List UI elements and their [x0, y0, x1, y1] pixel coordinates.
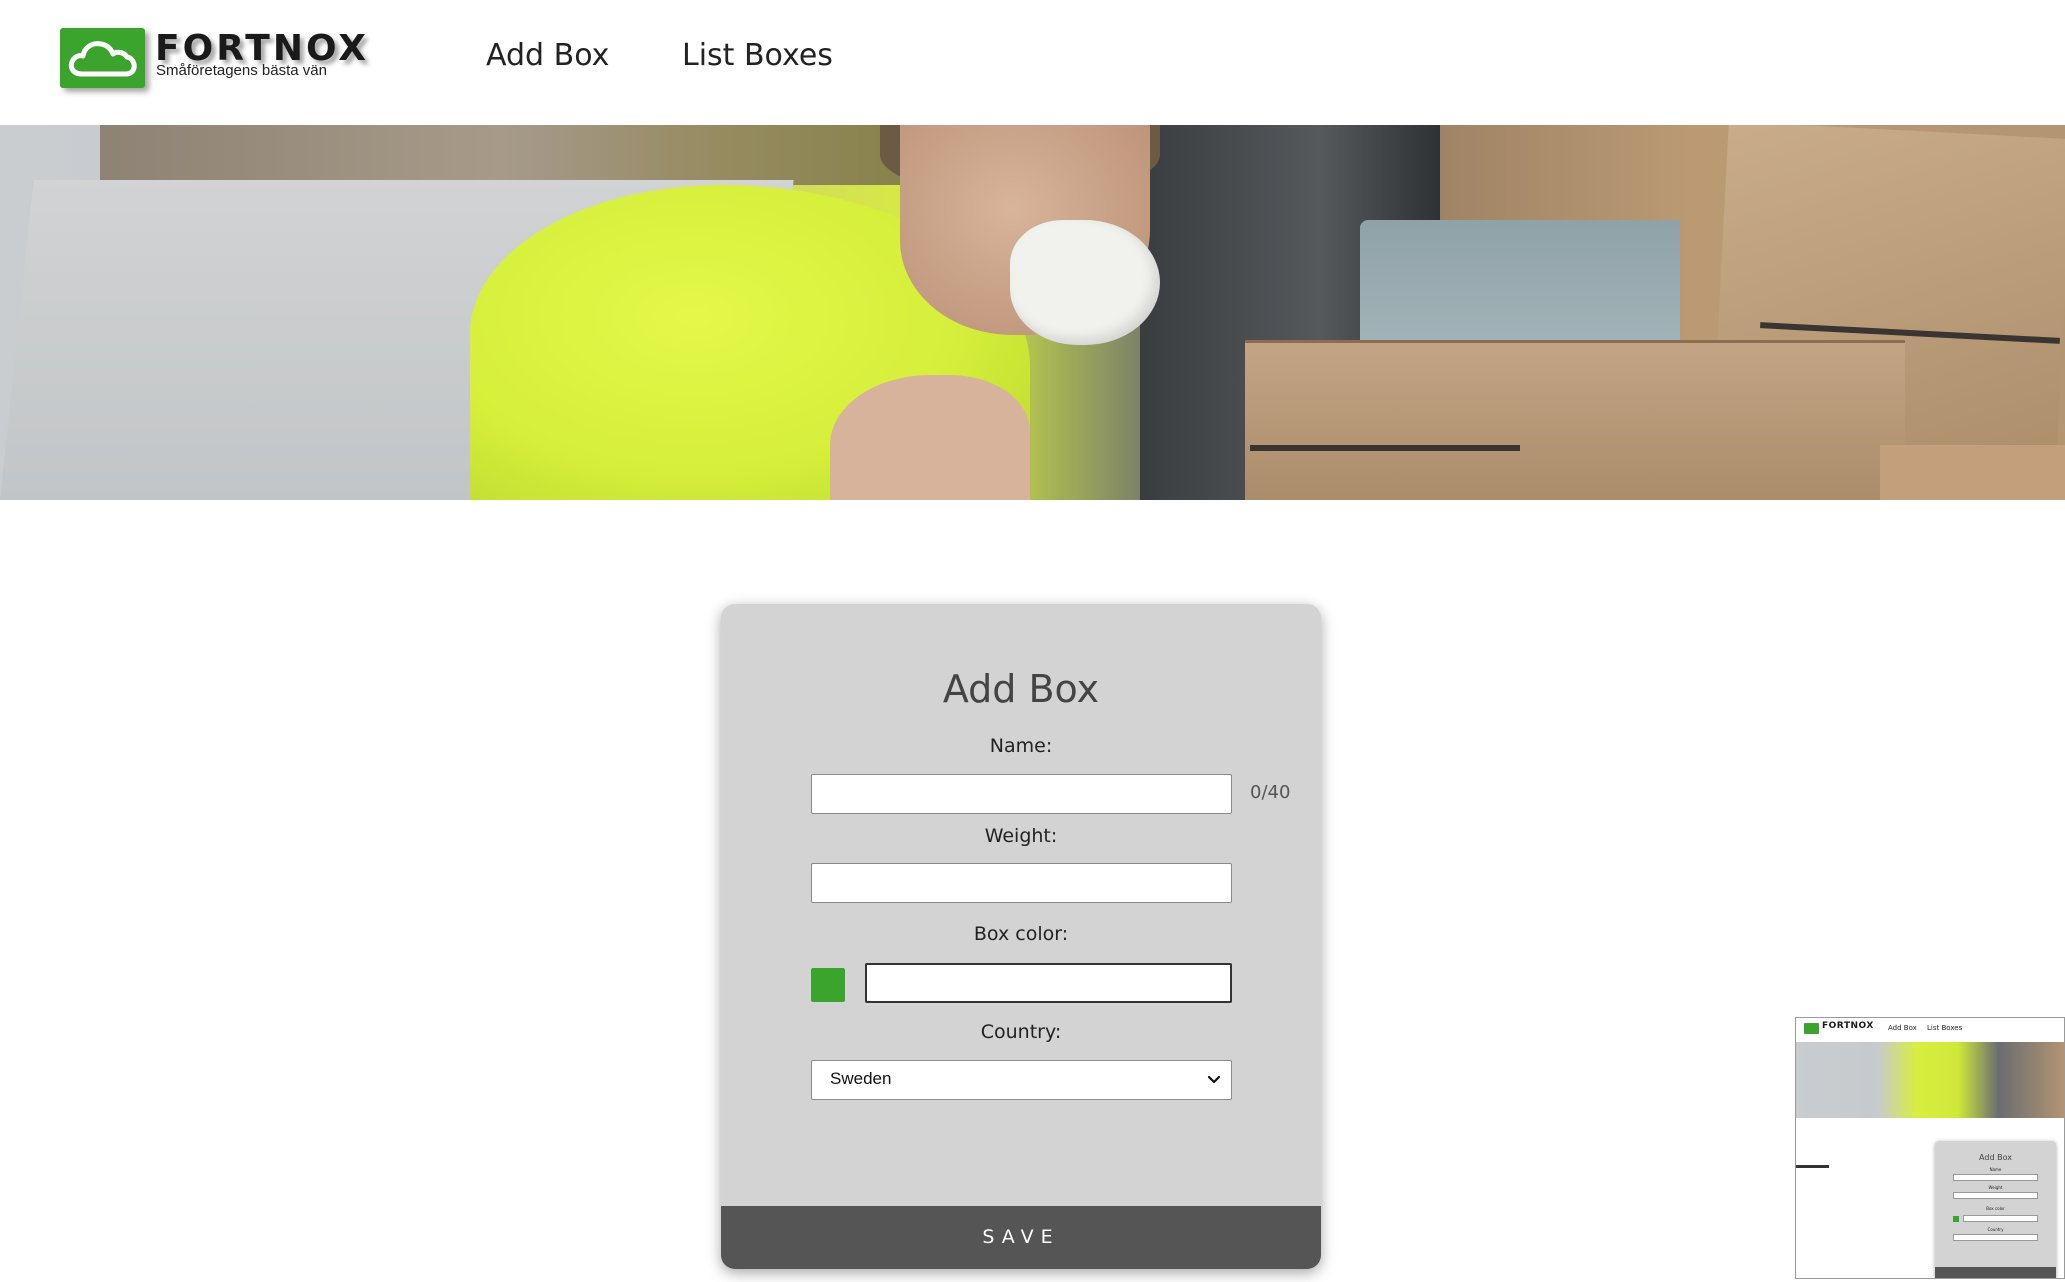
hero-person-arm — [830, 375, 1030, 500]
hero-person-mask — [1010, 220, 1160, 345]
chevron-down-icon — [1205, 1070, 1223, 1088]
thumb-hero-image — [1796, 1042, 2064, 1118]
hero-pallets — [100, 125, 900, 185]
thumb-color-swatch — [1953, 1216, 1959, 1222]
hero-box — [1245, 340, 1905, 500]
box-color-input[interactable] — [865, 963, 1232, 1003]
cloud-icon — [60, 28, 145, 88]
thumb-nav-list-boxes: List Boxes — [1927, 1024, 1963, 1032]
nav-list-boxes[interactable]: List Boxes — [682, 38, 833, 73]
country-selected-value: Sweden — [830, 1069, 892, 1088]
name-char-counter: 0/40 — [1250, 782, 1291, 803]
box-color-label: Box color: — [973, 923, 1069, 945]
thumb-color-label: Box color — [1986, 1206, 2005, 1211]
thumb-form-card: Add Box Name Weight Box color Country — [1935, 1141, 2056, 1278]
thumb-name-label: Name — [1989, 1167, 2002, 1172]
thumb-logo-wordmark: FORTNOX — [1822, 1021, 1874, 1031]
thumb-weight-input — [1953, 1192, 2038, 1199]
thumb-divider — [1796, 1165, 1829, 1168]
weight-label: Weight: — [984, 825, 1058, 847]
thumb-cloud-icon — [1804, 1023, 1819, 1034]
top-navbar: FORTNOX Småföretagens bästa vän Add Box … — [0, 0, 2065, 125]
thumb-country-select — [1953, 1234, 2038, 1241]
page-thumbnail-preview[interactable]: FORTNOX Add Box List Boxes Add Box Name … — [1795, 1017, 2065, 1279]
nav-add-box[interactable]: Add Box — [486, 38, 609, 73]
country-label: Country: — [980, 1021, 1062, 1043]
country-select[interactable]: Sweden — [811, 1060, 1232, 1100]
thumb-save-button — [1935, 1267, 2056, 1278]
thumb-nav-add-box: Add Box — [1888, 1024, 1917, 1032]
hero-banner-image — [0, 125, 2065, 500]
hero-box — [1880, 445, 2065, 500]
thumb-name-input — [1953, 1174, 2038, 1181]
thumb-form-title: Add Box — [1979, 1153, 2012, 1162]
thumb-weight-label: Weight — [1988, 1185, 2003, 1190]
color-swatch-picker[interactable] — [811, 968, 845, 1002]
weight-input[interactable] — [811, 863, 1232, 903]
form-title: Add Box — [942, 667, 1100, 711]
logo-tagline: Småföretagens bästa vän — [156, 62, 327, 79]
thumb-color-input — [1963, 1215, 2038, 1222]
name-input[interactable] — [811, 774, 1232, 814]
fortnox-logo[interactable]: FORTNOX Småföretagens bästa vän — [60, 28, 405, 90]
hero-box-stripe — [1250, 445, 1520, 451]
add-box-form: Add Box Name: 0/40 Weight: Box color: Co… — [721, 604, 1321, 1269]
save-button[interactable]: SAVE — [721, 1206, 1321, 1269]
thumb-country-label: Country — [1987, 1227, 2004, 1232]
name-label: Name: — [989, 735, 1053, 757]
